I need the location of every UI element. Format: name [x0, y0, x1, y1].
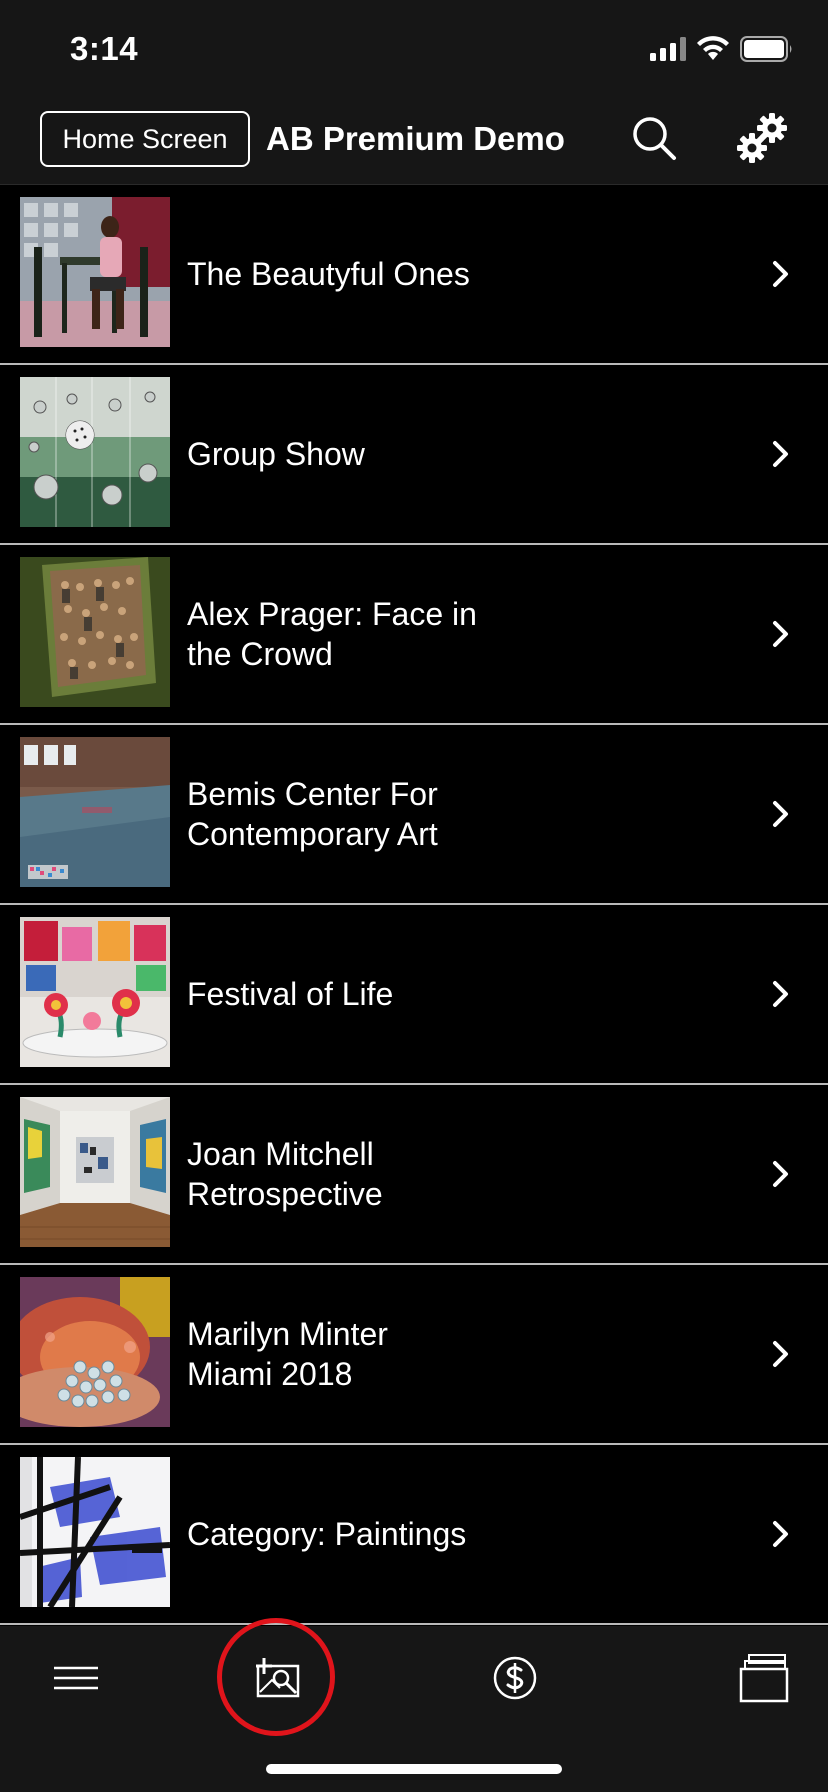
list-item-label: Joan Mitchell Retrospective	[187, 1136, 383, 1212]
list-item-label: The Beautyful Ones	[187, 256, 470, 292]
chevron-right-icon	[773, 1521, 788, 1547]
mirror-spheres-installation-thumbnail	[20, 377, 170, 527]
list-item[interactable]: Bemis Center For Contemporary Art	[0, 725, 828, 905]
chevron-right-icon	[773, 1341, 788, 1367]
list-item[interactable]: Marilyn Minter Miami 2018	[0, 1265, 828, 1445]
wifi-icon	[697, 36, 729, 60]
list-item[interactable]: Festival of Life	[0, 905, 828, 1085]
chevron-right-icon	[773, 981, 788, 1007]
list-item[interactable]: Group Show	[0, 365, 828, 545]
app-title: AB Premium Demo	[266, 120, 565, 157]
add-photo-icon	[256, 1658, 300, 1698]
list-item-label: Festival of Life	[187, 976, 394, 1012]
abstract-painting-thumbnail	[20, 1457, 170, 1607]
cellular-signal-icon	[650, 37, 686, 61]
chevron-right-icon	[773, 801, 788, 827]
list-item[interactable]: The Beautyful Ones	[0, 185, 828, 365]
status-time: 3:14	[70, 30, 139, 67]
settings-button[interactable]	[736, 110, 792, 166]
home-screen-button[interactable]: Home Screen	[40, 111, 250, 167]
tab-add-photo[interactable]	[218, 1626, 338, 1730]
dollar-circle-icon	[493, 1656, 537, 1700]
chevron-right-icon	[773, 621, 788, 647]
chevron-right-icon	[773, 441, 788, 467]
tab-purchases[interactable]	[455, 1626, 575, 1730]
list-item-label: Marilyn Minter Miami 2018	[187, 1316, 388, 1392]
status-icons	[650, 36, 794, 62]
gallery-room-thumbnail	[20, 1097, 170, 1247]
folders-icon	[739, 1654, 789, 1703]
tab-menu[interactable]	[16, 1626, 136, 1730]
crowd-photo-thumbnail	[20, 557, 170, 707]
search-icon	[633, 117, 676, 160]
flower-sculpture-thumbnail	[20, 917, 170, 1067]
chevron-right-icon	[773, 1161, 788, 1187]
glitter-closeup-thumbnail	[20, 1277, 170, 1427]
tab-folders[interactable]	[704, 1626, 824, 1730]
list-item[interactable]: Alex Prager: Face in the Crowd	[0, 545, 828, 725]
home-indicator	[266, 1764, 562, 1774]
battery-icon	[740, 36, 792, 62]
menu-icon	[54, 1666, 98, 1690]
header: Home Screen AB Premium Demo	[0, 96, 828, 185]
painting-figure-thumbnail	[20, 197, 170, 347]
list-item-label: Bemis Center For Contemporary Art	[187, 776, 438, 852]
exhibition-list: The Beautyful Ones Group Show Alex Prage…	[0, 185, 828, 1625]
list-item-label: Alex Prager: Face in the Crowd	[187, 596, 477, 672]
search-button[interactable]	[630, 114, 680, 164]
gallery-floor-thumbnail	[20, 737, 170, 887]
list-item[interactable]: Joan Mitchell Retrospective	[0, 1085, 828, 1265]
chevron-right-icon	[773, 261, 788, 287]
gears-icon	[737, 113, 787, 163]
list-item-label: Category: Paintings	[187, 1516, 467, 1552]
list-item[interactable]: Category: Paintings	[0, 1445, 828, 1625]
status-bar: 3:14	[0, 0, 828, 96]
list-item-label: Group Show	[187, 436, 365, 472]
